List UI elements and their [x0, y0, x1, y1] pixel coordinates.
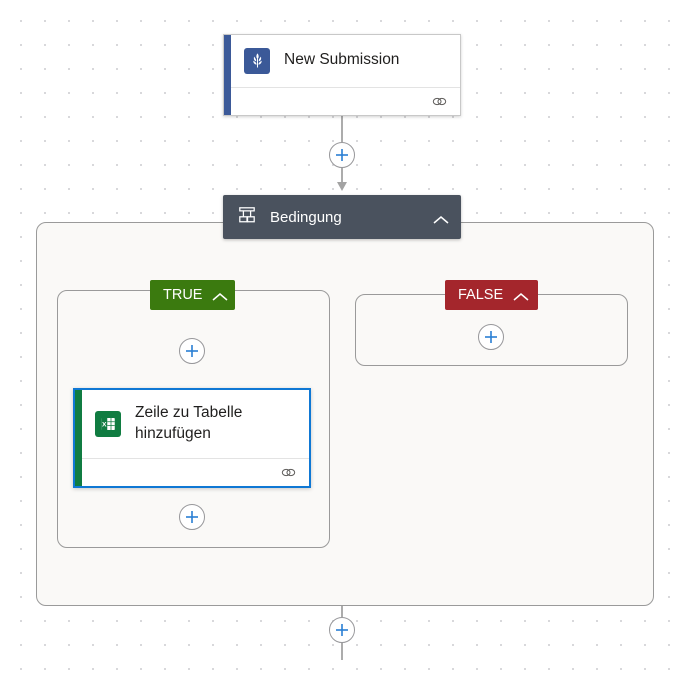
add-step-true-branch-top-button[interactable]: [179, 338, 205, 364]
excel-card-footer: [75, 459, 309, 486]
trigger-card-new-submission[interactable]: New Submission: [223, 34, 461, 116]
excel-card-header: X Zeile zu Tabelle hinzufügen: [75, 390, 309, 459]
arrow-to-condition: [337, 182, 347, 191]
trigger-card-footer: [224, 88, 460, 115]
branch-label-false: FALSE: [458, 287, 504, 303]
chevron-up-icon[interactable]: [212, 290, 228, 301]
trigger-title: New Submission: [284, 51, 400, 69]
condition-node-bedingung[interactable]: Bedingung: [223, 195, 461, 239]
trigger-accent-bar: [224, 35, 231, 115]
chevron-up-icon[interactable]: [433, 212, 449, 224]
excel-icon: X: [95, 410, 121, 437]
microsoft-forms-icon: [244, 47, 270, 74]
excel-accent-bar: [75, 390, 82, 486]
svg-text:X: X: [102, 421, 107, 428]
add-step-true-branch-bottom-button[interactable]: [179, 504, 205, 530]
trigger-card-header: New Submission: [224, 35, 460, 88]
link-icon[interactable]: [431, 95, 448, 108]
chevron-up-icon[interactable]: [513, 290, 529, 301]
link-icon[interactable]: [280, 466, 297, 479]
add-step-after-trigger-button[interactable]: [329, 142, 355, 168]
branch-label-true: TRUE: [163, 287, 203, 303]
add-step-false-branch-button[interactable]: [478, 324, 504, 350]
condition-icon: [237, 206, 257, 229]
action-card-add-row-to-table[interactable]: X Zeile zu Tabelle hinzufügen: [73, 388, 311, 488]
excel-action-title: Zeile zu Tabelle hinzufügen: [135, 403, 243, 442]
branch-badge-true[interactable]: TRUE: [150, 280, 235, 310]
add-step-after-condition-button[interactable]: [329, 617, 355, 643]
flow-canvas[interactable]: New Submission Bedingung TRUE FALSE X Ze…: [0, 0, 688, 689]
condition-title: Bedingung: [270, 208, 342, 226]
branch-badge-false[interactable]: FALSE: [445, 280, 538, 310]
